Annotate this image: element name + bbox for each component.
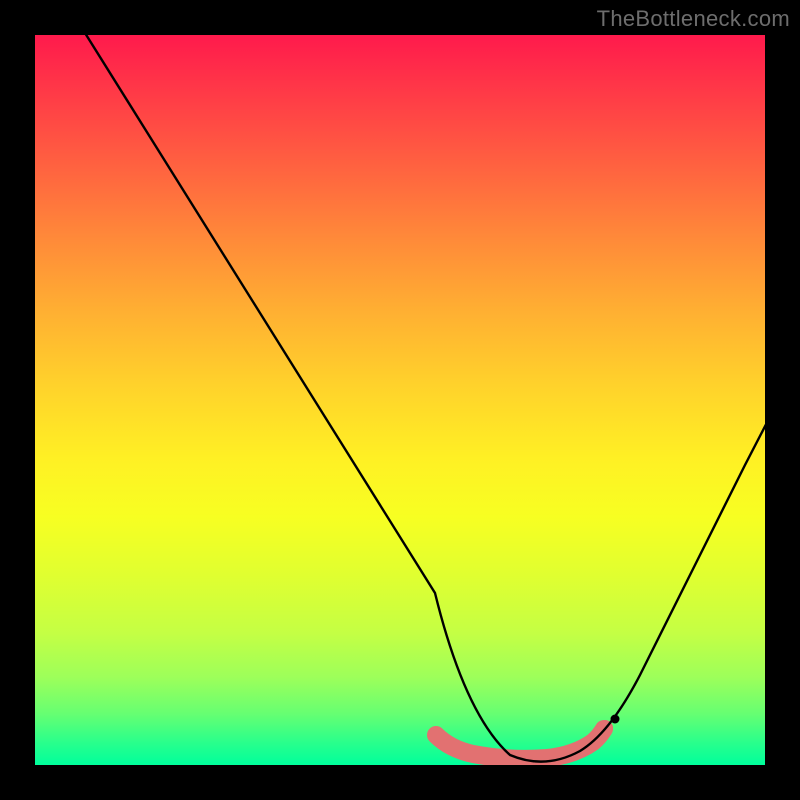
chart-frame: TheBottleneck.com [0,0,800,800]
optimal-range-highlight [436,729,604,759]
curve-layer [35,35,765,765]
plot-area [35,35,765,765]
curve-marker-dot [611,715,620,724]
watermark-text: TheBottleneck.com [597,6,790,32]
bottleneck-curve [80,35,765,762]
